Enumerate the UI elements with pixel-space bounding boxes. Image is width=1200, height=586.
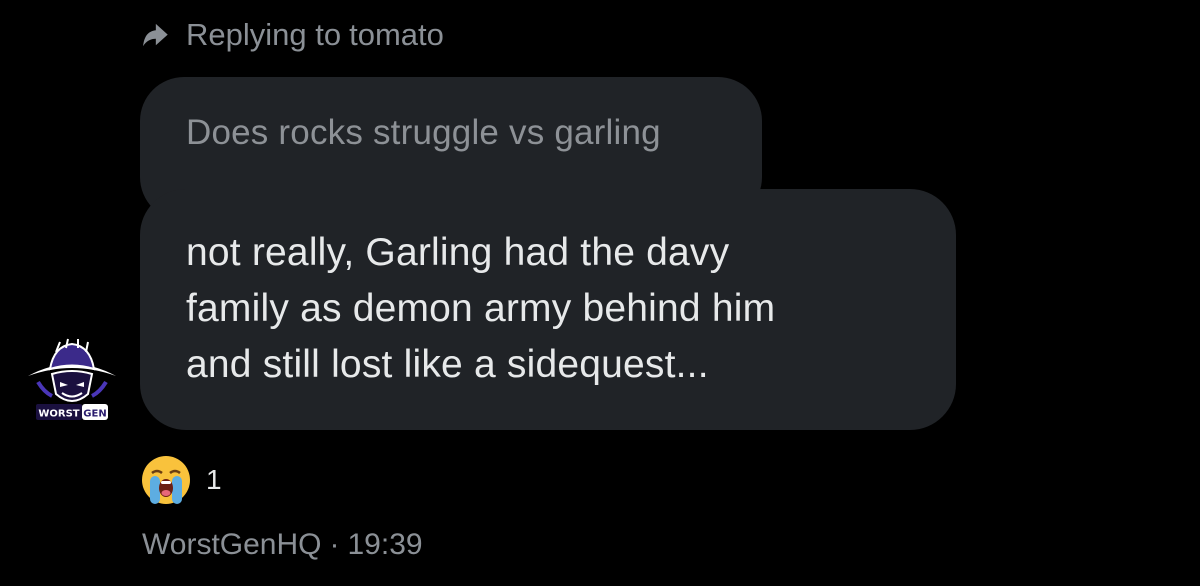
reply-arrow-icon — [143, 23, 168, 47]
message-meta: WorstGenHQ · 19:39 — [142, 528, 423, 562]
avatar[interactable]: WORST GEN — [22, 338, 122, 432]
message-line: and still lost like a sidequest... — [186, 343, 709, 386]
logo-text-left: WORST — [38, 409, 79, 420]
message-line: family as demon army behind him — [186, 287, 776, 330]
sender-name[interactable]: WorstGenHQ — [142, 528, 322, 562]
loudly-crying-face-icon — [142, 456, 190, 504]
message-timestamp: 19:39 — [347, 528, 423, 561]
quoted-message-text: Does rocks struggle vs garling — [186, 113, 661, 152]
reply-context[interactable]: Replying to tomato — [140, 10, 444, 60]
reply-prefix: Replying to — [186, 17, 342, 52]
reaction-chip[interactable]: 1 — [140, 452, 222, 508]
worstgen-logo-icon: WORST GEN — [28, 338, 116, 420]
message-line: not really, Garling had the davy — [186, 231, 730, 274]
reaction-count: 1 — [206, 464, 222, 495]
meta-separator: · — [329, 528, 340, 561]
logo-text-right: GEN — [83, 409, 106, 420]
dm-conversation: Replying to tomato Does rocks struggle v… — [0, 0, 1200, 586]
reply-username[interactable]: tomato — [349, 17, 444, 53]
message-bubble[interactable]: not really, Garling had the davy family … — [140, 189, 956, 430]
